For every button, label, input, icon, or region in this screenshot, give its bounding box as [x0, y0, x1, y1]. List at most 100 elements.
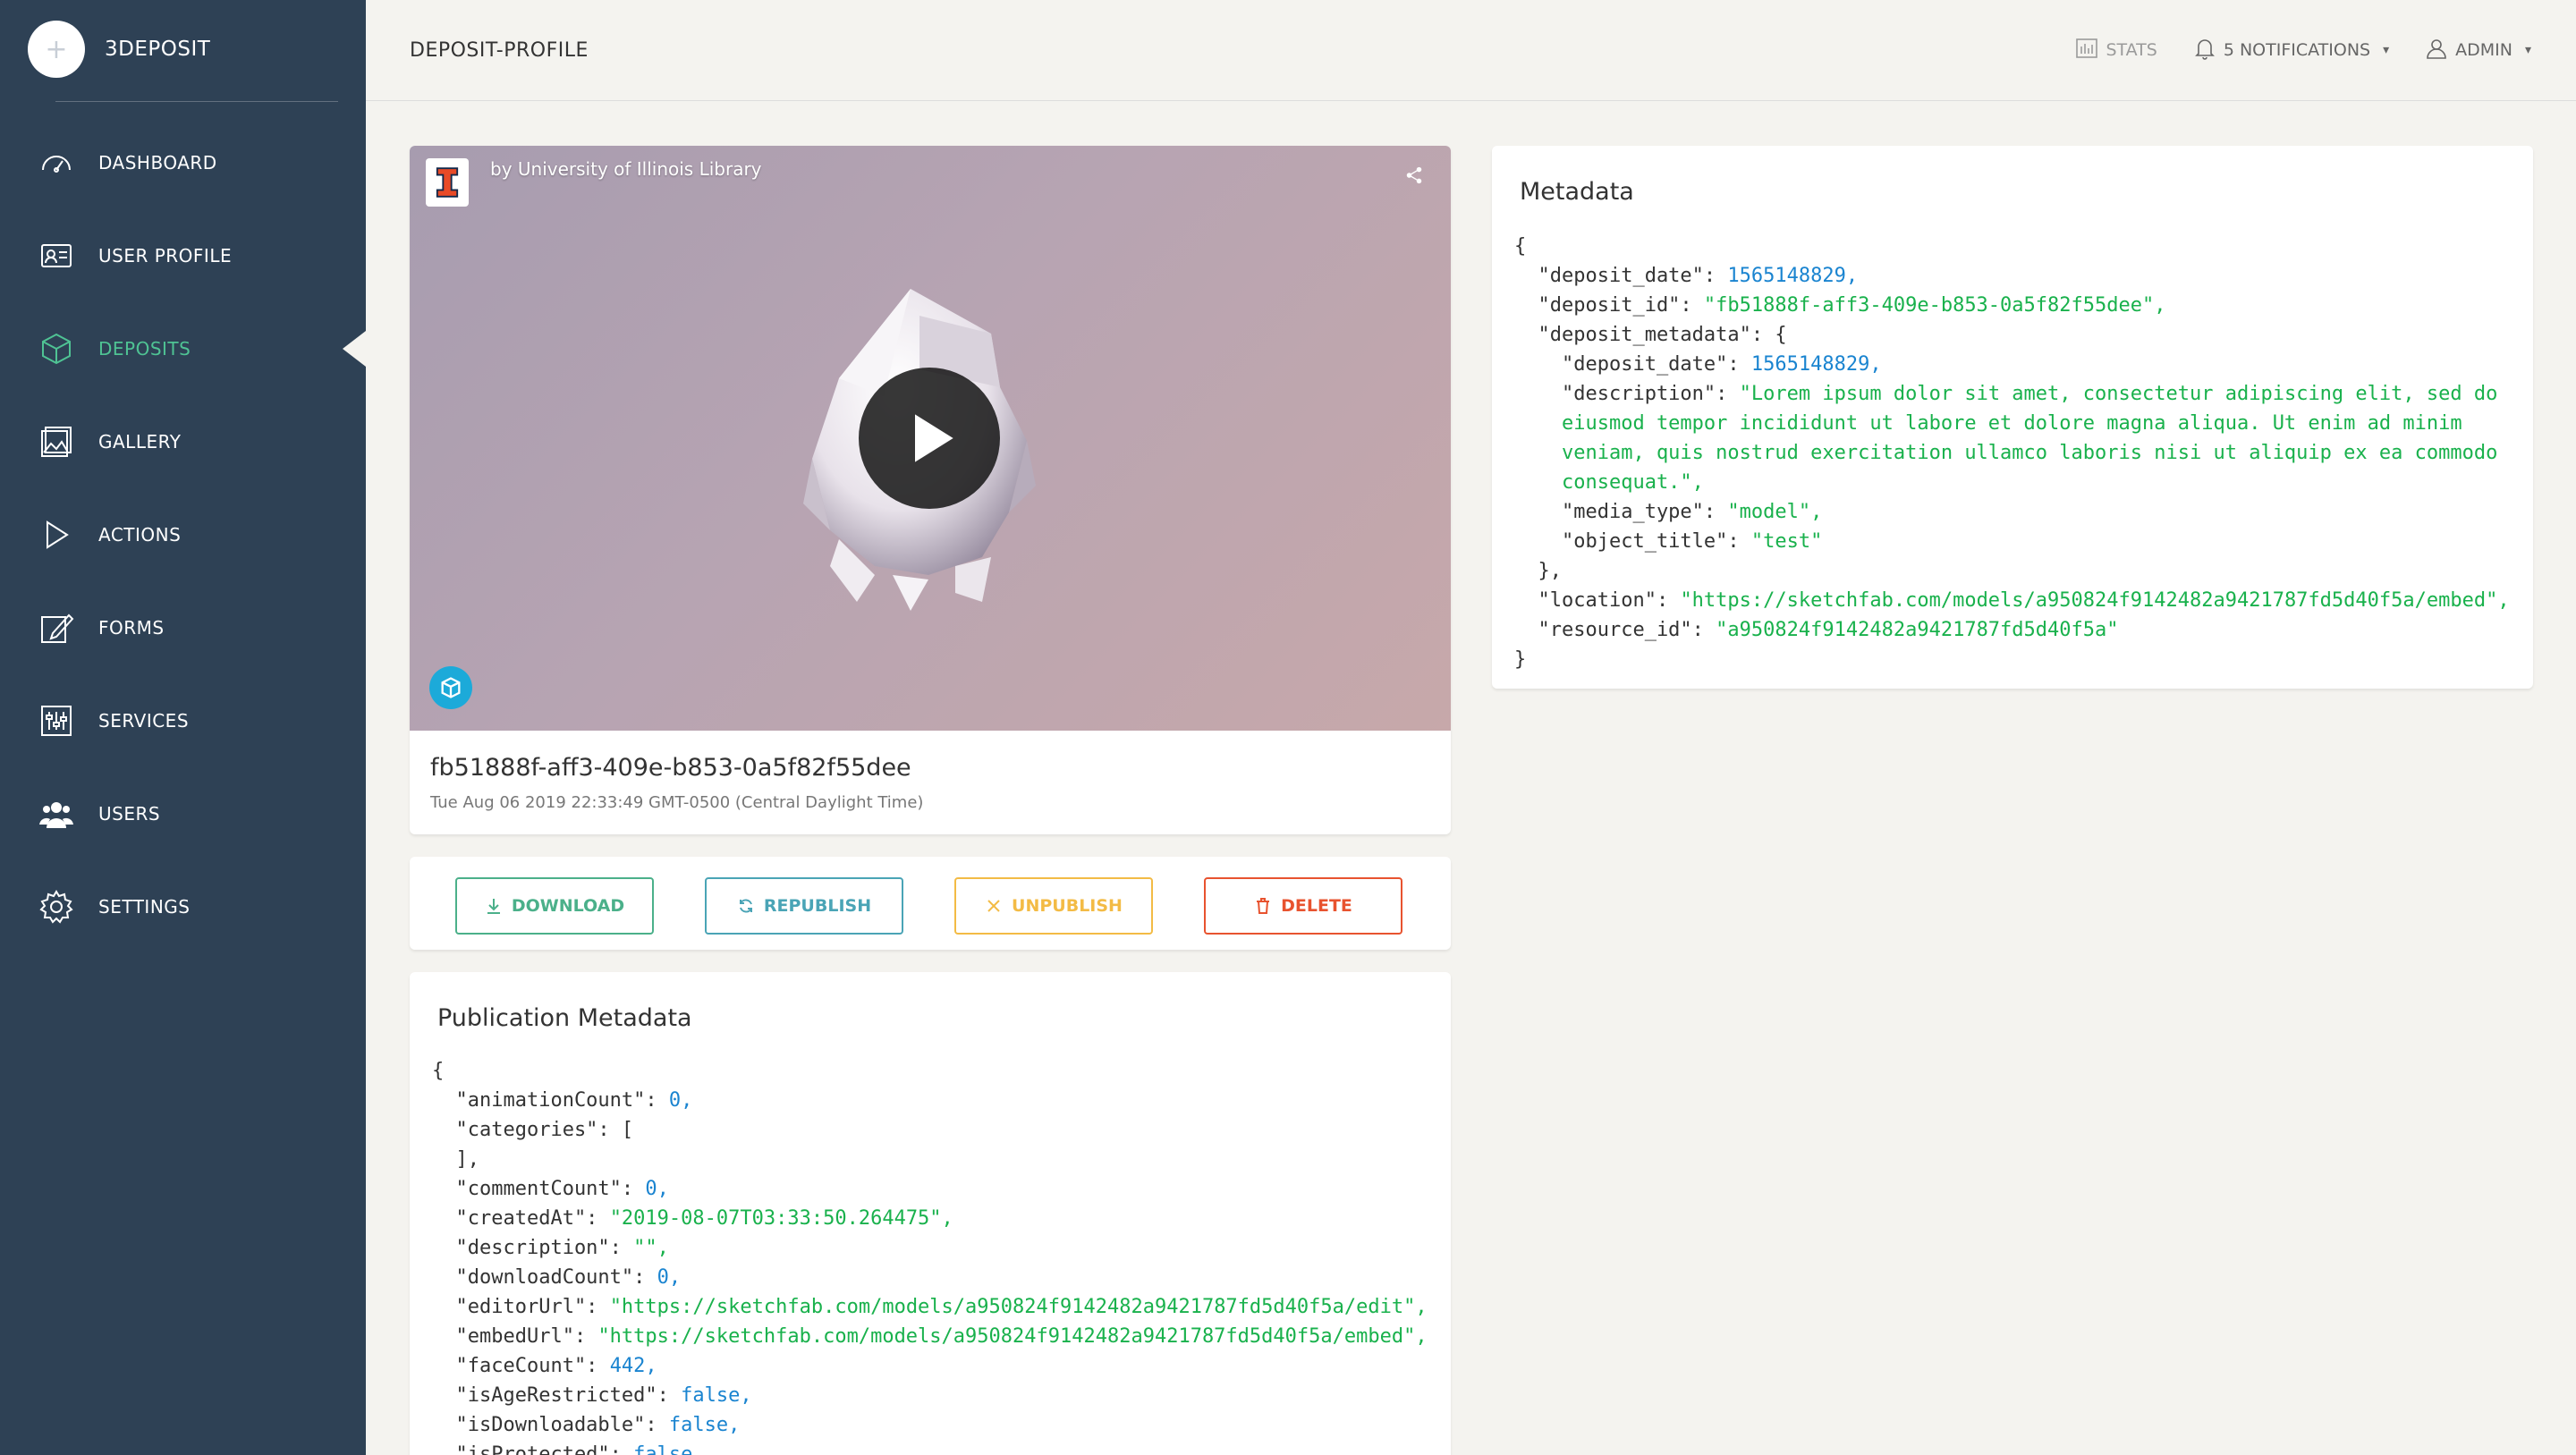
sidebar-item-label: DEPOSITS — [98, 338, 191, 360]
sidebar-item-label: ACTIONS — [98, 524, 182, 546]
sidebar-item-user-profile[interactable]: USER PROFILE — [0, 209, 366, 302]
json-token: "downloadCount": — [432, 1266, 657, 1289]
share-icon[interactable] — [1404, 165, 1424, 189]
deposit-id-title: fb51888f-aff3-409e-b853-0a5f82f55dee — [430, 754, 911, 782]
refresh-icon — [739, 899, 752, 913]
sidebar-item-users[interactable]: USERS — [0, 767, 366, 860]
chevron-down-icon: ▾ — [2524, 43, 2531, 57]
json-token: "resource_id": — [1514, 619, 1716, 641]
json-token: "a950824f9142482a9421787fd5d40f5a" — [1716, 619, 2119, 641]
json-token: "object_title": — [1514, 530, 1751, 553]
delete-button[interactable]: DELETE — [1204, 877, 1402, 935]
user-dropdown[interactable]: ADMIN ▾ — [2425, 37, 2531, 64]
sketchfab-icon[interactable] — [429, 666, 472, 709]
json-line: ], — [432, 1145, 1428, 1174]
sidebar-item-label: GALLERY — [98, 431, 182, 453]
sidebar-item-services[interactable]: SERVICES — [0, 674, 366, 767]
json-token: "deposit_id": — [1514, 294, 1704, 317]
play-icon — [915, 414, 953, 462]
json-line: { — [1514, 232, 2510, 261]
json-token: consequat.", — [1514, 471, 1704, 494]
json-token: "https://sketchfab.com/models/a950824f91… — [609, 1296, 1428, 1318]
json-token: "faceCount": — [432, 1355, 610, 1377]
download-button[interactable]: DOWNLOAD — [455, 877, 654, 935]
json-token: "createdAt": — [432, 1207, 610, 1230]
notifications-dropdown[interactable]: 5 NOTIFICATIONS ▾ — [2193, 37, 2389, 64]
video-byline[interactable]: by University of Illinois Library — [490, 158, 762, 180]
sidebar-item-forms[interactable]: FORMS — [0, 581, 366, 674]
json-token: "editorUrl": — [432, 1296, 610, 1318]
brand[interactable]: + 3DEPOSIT — [28, 20, 210, 79]
sidebar-item-label: USER PROFILE — [98, 245, 233, 266]
stats-link[interactable]: STATS — [2075, 37, 2157, 64]
json-line: "deposit_date": 1565148829, — [1514, 261, 2510, 291]
json-token: "isAgeRestricted": — [432, 1384, 682, 1407]
json-token: "2019-08-07T03:33:50.264475", — [609, 1207, 953, 1230]
json-line: "deposit_id": "fb51888f-aff3-409e-b853-0… — [1514, 291, 2510, 320]
sidebar-item-deposits[interactable]: DEPOSITS — [0, 302, 366, 395]
sidebar-item-gallery[interactable]: GALLERY — [0, 395, 366, 488]
metadata-json: { "deposit_date": 1565148829, "deposit_i… — [1514, 232, 2510, 674]
json-line: { — [432, 1056, 1428, 1086]
republish-label: REPUBLISH — [763, 896, 872, 916]
json-line: "deposit_date": 1565148829, — [1514, 350, 2510, 379]
json-line: "location": "https://sketchfab.com/model… — [1514, 586, 2510, 615]
json-token: }, — [1514, 560, 1562, 582]
stats-icon — [2075, 37, 2098, 64]
user-label: ADMIN — [2455, 40, 2512, 60]
json-line: "description": "", — [432, 1233, 1428, 1263]
json-token: "description": — [432, 1237, 634, 1259]
json-token: "model", — [1727, 501, 1823, 523]
json-line: "createdAt": "2019-08-07T03:33:50.264475… — [432, 1204, 1428, 1233]
topbar: DEPOSIT-PROFILE STATS 5 NOTIFICATIONS ▾ … — [366, 0, 2576, 101]
gear-icon — [38, 888, 75, 926]
sidebar-item-settings[interactable]: SETTINGS — [0, 860, 366, 953]
json-token: false, — [633, 1443, 705, 1455]
stats-label: STATS — [2106, 40, 2157, 60]
json-token: "https://sketchfab.com/models/a950824f91… — [1680, 589, 2510, 612]
unpublish-button[interactable]: UNPUBLISH — [954, 877, 1153, 935]
json-token: 1565148829, — [1750, 353, 1882, 376]
json-token: "categories": [ — [432, 1119, 634, 1141]
actions-card: DOWNLOAD REPUBLISH UNPUBLISH DELETE — [410, 857, 1451, 950]
json-token: "Lorem ipsum dolor sit amet, consectetur… — [1739, 383, 2498, 405]
sidebar-item-dashboard[interactable]: DASHBOARD — [0, 116, 366, 209]
download-icon — [487, 899, 500, 914]
brand-logo: + — [28, 21, 85, 78]
json-line: "faceCount": 442, — [432, 1351, 1428, 1381]
sidebar-item-label: DASHBOARD — [98, 152, 217, 173]
json-token: 0, — [645, 1178, 669, 1200]
brand-name: 3DEPOSIT — [105, 38, 211, 61]
json-line: "embedUrl": "https://sketchfab.com/model… — [432, 1322, 1427, 1351]
sliders-icon — [38, 702, 75, 740]
json-line: eiusmod tempor incididunt ut labore et d… — [1514, 409, 2510, 438]
json-line: "categories": [ — [432, 1115, 1428, 1145]
publication-metadata-title: Publication Metadata — [437, 1004, 692, 1032]
sidebar-item-actions[interactable]: ACTIONS — [0, 488, 366, 581]
user-icon — [2425, 37, 2448, 64]
publication-metadata-json: { "animationCount": 0, "categories": [ ]… — [432, 1056, 1428, 1455]
json-line: "downloadCount": 0, — [432, 1263, 1428, 1292]
json-token: "embedUrl": — [432, 1325, 598, 1348]
publication-metadata-card: Publication Metadata { "animationCount":… — [410, 972, 1451, 1455]
sidebar-item-label: USERS — [98, 803, 161, 825]
json-line: } — [1514, 645, 2510, 674]
play-button[interactable] — [859, 368, 1000, 509]
users-icon — [38, 795, 75, 833]
republish-button[interactable]: REPUBLISH — [705, 877, 903, 935]
model-viewer[interactable]: by University of Illinois Library — [410, 146, 1451, 731]
json-line: "isDownloadable": false, — [432, 1410, 1428, 1440]
json-token: eiusmod tempor incididunt ut labore et d… — [1514, 412, 2462, 435]
close-icon — [987, 900, 1000, 912]
trash-icon — [1257, 898, 1270, 914]
cube-icon — [38, 330, 75, 368]
json-line: "commentCount": 0, — [432, 1174, 1428, 1204]
json-line: "editorUrl": "https://sketchfab.com/mode… — [432, 1292, 1428, 1322]
json-token: "location": — [1514, 589, 1681, 612]
university-logo — [426, 158, 469, 207]
json-token: false, — [681, 1384, 752, 1407]
json-token: "", — [633, 1237, 669, 1259]
json-line: "deposit_metadata": { — [1514, 320, 2510, 350]
gallery-icon — [38, 423, 75, 461]
delete-label: DELETE — [1281, 896, 1352, 916]
